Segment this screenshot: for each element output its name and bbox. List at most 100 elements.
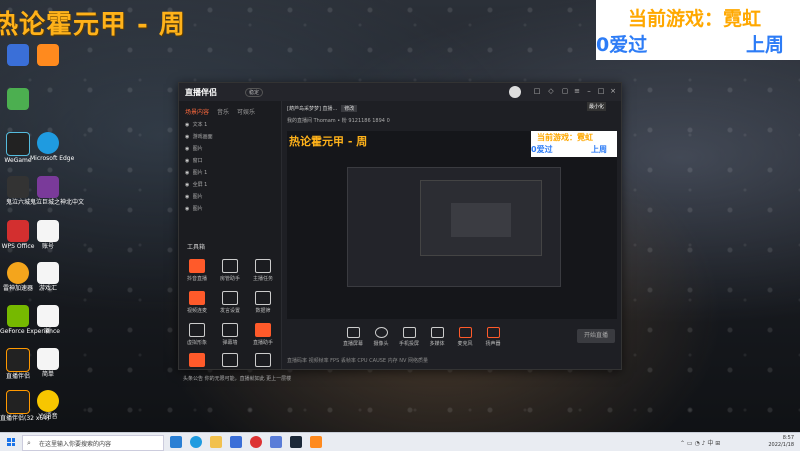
bottom-tool-label: 摄像头 (373, 341, 389, 347)
phone-cast-button[interactable]: 手机投屏 (395, 327, 423, 347)
eye-icon[interactable]: ◉ (185, 194, 191, 200)
speaker-button[interactable]: 扬声器 (479, 327, 507, 347)
screen-capture-button[interactable]: 直播屏幕 (339, 327, 367, 347)
eye-icon[interactable]: ◉ (185, 146, 191, 152)
desktop-icon[interactable]: 账号 (30, 220, 66, 250)
recursive-preview-inner (420, 180, 542, 256)
tab-fun[interactable]: 可娱乐 (237, 109, 255, 116)
store-icon[interactable] (230, 436, 242, 448)
tool-danmaku-wall[interactable]: 弹幕墙 (216, 323, 244, 346)
preview-game-line: 当前游戏：霓虹 (537, 133, 593, 142)
tool-label: 数据筛 (255, 308, 271, 314)
camera-icon (374, 327, 388, 338)
eye-icon[interactable]: ◉ (185, 206, 191, 212)
avatar[interactable] (509, 86, 521, 98)
desktop-icon[interactable]: 简单 (30, 348, 66, 378)
room-title: [葫芦岛采梦梦] 直播... 修改 (287, 105, 358, 112)
app-taskbar-icon[interactable] (270, 436, 282, 448)
tool-speech-settings[interactable]: 发言设置 (216, 291, 244, 314)
tool-live-assistant[interactable]: 直播助手 (249, 323, 277, 346)
desktop-icon[interactable]: 鬼泣巨城之神北中文 (30, 176, 84, 206)
clock-time: 8:57 (782, 435, 794, 441)
microphone-button[interactable]: 麦克风 (451, 327, 479, 347)
layer-item[interactable]: ◉ 窗口 (185, 157, 255, 166)
maximize-icon[interactable]: □ (597, 87, 605, 95)
start-live-button[interactable]: 开始直播 (577, 329, 615, 343)
windows-start-icon[interactable] (7, 438, 15, 446)
layer-item[interactable]: ◉ 游戏画面 (185, 133, 255, 142)
layer-item[interactable]: ◉ 文本 1 (185, 121, 255, 130)
eye-icon[interactable]: ◉ (185, 182, 191, 188)
camera-button[interactable]: 摄像头 (367, 327, 395, 347)
close-icon[interactable]: × (609, 87, 617, 95)
file-icon (37, 262, 59, 284)
tool-icon (255, 323, 271, 337)
layer-item[interactable]: ◉ 图片 (185, 193, 255, 202)
tool-anchor-task[interactable]: 主播任务 (249, 259, 277, 282)
desktop-icon[interactable]: YY语音 (30, 390, 66, 420)
stream-preview[interactable]: 热论霍元甲 - 周 当前游戏：霓虹 0爱过 上周 (287, 131, 617, 319)
eye-icon[interactable]: ◉ (185, 122, 191, 128)
overlay-game-label: 当前游戏： (628, 8, 724, 30)
minimize-icon[interactable]: – (585, 87, 593, 95)
eye-icon[interactable]: ◉ (185, 158, 191, 164)
tool-icon (222, 353, 238, 367)
clock[interactable]: 8:57 2022/1/18 (768, 435, 794, 449)
tool-icon (189, 291, 205, 305)
layer-item[interactable]: ◉ 全屏 1 (185, 181, 255, 190)
tool-room-admin[interactable]: 房管助手 (216, 259, 244, 282)
overlay-game-line: 当前游戏：霓虹 (628, 4, 761, 31)
task-view-icon[interactable] (170, 436, 182, 448)
gift-icon[interactable]: ▢ (561, 87, 569, 95)
tool-item[interactable] (216, 353, 244, 369)
tool-label: 弹幕墙 (222, 340, 238, 346)
file-icon (37, 305, 59, 327)
tool-item[interactable] (183, 353, 211, 369)
tool-item[interactable] (249, 353, 277, 369)
shirt-icon[interactable]: ◇ (547, 87, 555, 95)
edit-button[interactable]: 修改 (341, 105, 358, 112)
menu-icon[interactable]: ≡ (573, 87, 581, 95)
layer-item[interactable]: ◉ 图片 (185, 205, 255, 214)
file-icon (37, 348, 59, 370)
system-tray-icons[interactable]: ⌃ ▭ ◔ ♪ 中 ⊞ (680, 438, 720, 447)
tab-music[interactable]: 音乐 (217, 109, 229, 116)
message-icon[interactable]: □ (533, 87, 541, 95)
eye-icon[interactable]: ◉ (185, 170, 191, 176)
announcement-bar[interactable]: 头条公告 你的无限可能，直播就如此 更上一层楼 (183, 375, 291, 382)
tool-icon (255, 353, 271, 367)
tool-avatar[interactable]: 虚拟形象 (183, 323, 211, 346)
desktop-icon[interactable]: Microsoft Edge (30, 132, 74, 162)
desktop-icon[interactable]: 新 (30, 305, 66, 335)
wps-icon (7, 220, 29, 242)
desktop-icon[interactable] (0, 88, 36, 111)
steam-icon[interactable] (290, 436, 302, 448)
recursive-preview (347, 167, 561, 287)
tool-icon (222, 323, 238, 337)
app-icon (37, 44, 59, 66)
version-badge[interactable]: 稳定 (245, 88, 264, 97)
desktop-icon[interactable]: 游戏汇 (30, 262, 66, 292)
title-bar[interactable]: 直播伴侣 稳定 □ ◇ ▢ ≡ – □ × (179, 83, 621, 101)
layer-item[interactable]: ◉ 图片 1 (185, 169, 255, 178)
layer-item[interactable]: ◉ 图片 (185, 145, 255, 154)
layer-label: 图片 (192, 206, 203, 212)
edge-taskbar-icon[interactable] (190, 436, 202, 448)
bottom-tool-label: 多媒体 (429, 341, 445, 347)
left-tabs: 场景内容 音乐 可娱乐 (185, 107, 263, 116)
tool-douyin-live[interactable]: 抖音直播 (183, 259, 211, 282)
app-taskbar-icon[interactable] (250, 436, 262, 448)
desktop-icon[interactable] (30, 44, 66, 67)
media-button[interactable]: 多媒体 (423, 327, 451, 347)
tool-data[interactable]: 数据筛 (249, 291, 277, 314)
tool-video-link[interactable]: 视频连麦 (183, 291, 211, 314)
tab-scene[interactable]: 场景内容 (185, 109, 209, 116)
file-explorer-icon[interactable] (210, 436, 222, 448)
search-placeholder: 在这里输入你要搜索的内容 (39, 441, 112, 448)
taskbar-search[interactable]: ⌕ 在这里输入你要搜索的内容 (22, 435, 164, 451)
eye-icon[interactable]: ◉ (185, 134, 191, 140)
tool-icon (189, 259, 205, 273)
layer-label: 窗口 (192, 158, 203, 164)
edge-icon (37, 132, 59, 154)
app-taskbar-icon[interactable] (310, 436, 322, 448)
